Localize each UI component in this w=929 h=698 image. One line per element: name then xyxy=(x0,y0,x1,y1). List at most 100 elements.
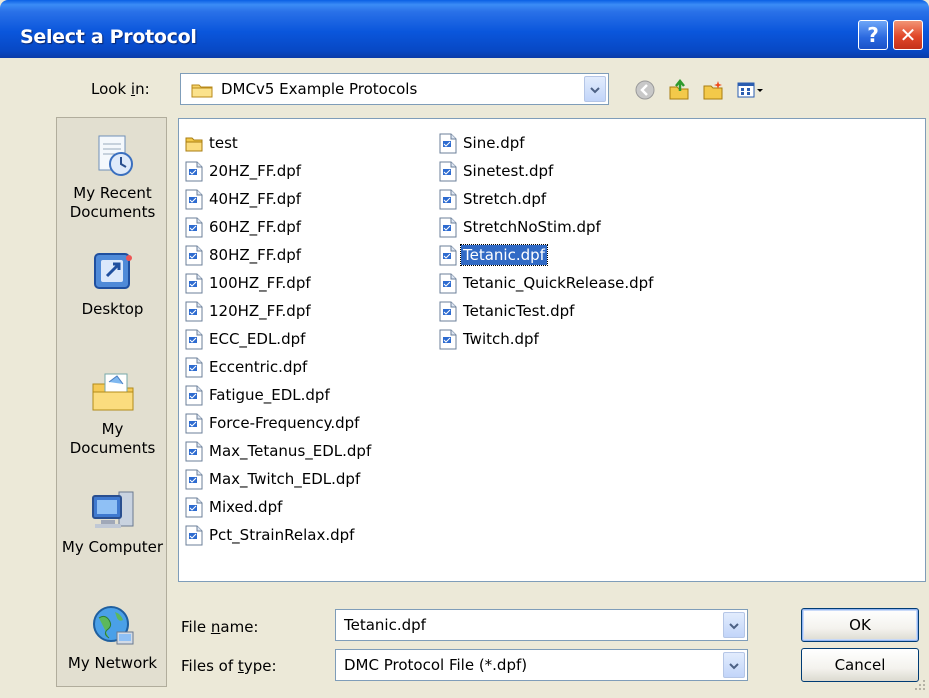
file-name-text: test xyxy=(209,134,238,152)
view-menu-icon[interactable] xyxy=(736,79,766,101)
file-name-text: 20HZ_FF.dpf xyxy=(209,162,302,180)
file-name-text: 40HZ_FF.dpf xyxy=(209,190,302,208)
window-title: Select a Protocol xyxy=(20,26,197,48)
chevron-down-icon xyxy=(729,616,739,634)
folder-item[interactable]: test xyxy=(185,129,373,157)
navigation-toolbar xyxy=(634,76,766,104)
my-network-icon xyxy=(89,602,137,650)
file-name-text: Sine.dpf xyxy=(463,134,525,152)
file-name-text: Twitch.dpf xyxy=(463,330,539,348)
file-item[interactable]: Sinetest.dpf xyxy=(439,157,655,185)
protocol-file-icon xyxy=(439,329,457,350)
file-item[interactable]: Fatigue_EDL.dpf xyxy=(185,381,373,409)
file-name-text: Tetanic_QuickRelease.dpf xyxy=(463,274,654,292)
place-my-computer[interactable]: My Computer xyxy=(57,486,168,557)
file-item[interactable]: StretchNoStim.dpf xyxy=(439,213,655,241)
place-label: My Documents xyxy=(69,420,156,457)
file-name-combo[interactable]: Tetanic.dpf xyxy=(335,609,748,641)
place-label: My Network xyxy=(67,654,158,672)
my-computer-icon xyxy=(89,486,137,534)
protocol-file-icon xyxy=(439,301,457,322)
look-in-value: DMCv5 Example Protocols xyxy=(221,80,418,98)
close-icon: ✕ xyxy=(899,23,917,47)
folder-icon xyxy=(191,82,213,102)
chevron-down-icon xyxy=(590,80,600,98)
file-item[interactable]: Tetanic.dpf xyxy=(439,241,655,269)
file-item[interactable]: Mixed.dpf xyxy=(185,493,373,521)
protocol-file-icon xyxy=(185,385,203,406)
file-type-combo[interactable]: DMC Protocol File (*.dpf) xyxy=(335,649,748,681)
file-item[interactable]: Tetanic_QuickRelease.dpf xyxy=(439,269,655,297)
file-name-dropdown-button[interactable] xyxy=(723,612,745,638)
file-name-text: Force-Frequency.dpf xyxy=(209,414,360,432)
file-name-text: TetanicTest.dpf xyxy=(463,302,575,320)
place-my-recent-documents[interactable]: My Recent Documents xyxy=(57,132,168,222)
file-name-text: ECC_EDL.dpf xyxy=(209,330,306,348)
file-item[interactable]: Max_Twitch_EDL.dpf xyxy=(185,465,373,493)
file-name-text: Sinetest.dpf xyxy=(463,162,554,180)
ok-button[interactable]: OK xyxy=(801,608,919,642)
file-type-label: Files of type: xyxy=(181,657,277,675)
file-item[interactable]: 80HZ_FF.dpf xyxy=(185,241,373,269)
file-item[interactable]: Force-Frequency.dpf xyxy=(185,409,373,437)
file-item[interactable]: Twitch.dpf xyxy=(439,325,655,353)
protocol-file-icon xyxy=(185,217,203,238)
file-name-text: 60HZ_FF.dpf xyxy=(209,218,302,236)
title-bar[interactable]: Select a Protocol ? ✕ xyxy=(0,0,929,58)
up-folder-icon[interactable] xyxy=(668,79,690,101)
resize-grip-icon[interactable] xyxy=(913,678,927,696)
file-column-1: test 20HZ_FF.dpf 40HZ_FF.dpf 60HZ_FF.dpf 80H… xyxy=(185,129,373,549)
file-item[interactable]: Eccentric.dpf xyxy=(185,353,373,381)
desktop-icon xyxy=(89,248,137,296)
protocol-file-icon xyxy=(185,469,203,490)
folder-icon xyxy=(185,133,203,154)
protocol-file-icon xyxy=(185,161,203,182)
protocol-file-icon xyxy=(185,245,203,266)
protocol-file-icon xyxy=(185,357,203,378)
file-item[interactable]: 20HZ_FF.dpf xyxy=(185,157,373,185)
file-item[interactable]: 100HZ_FF.dpf xyxy=(185,269,373,297)
protocol-file-icon xyxy=(185,189,203,210)
protocol-file-icon xyxy=(439,161,457,182)
file-type-dropdown-button[interactable] xyxy=(723,652,745,678)
file-item[interactable]: 40HZ_FF.dpf xyxy=(185,185,373,213)
file-name-text: 80HZ_FF.dpf xyxy=(209,246,302,264)
file-item[interactable]: TetanicTest.dpf xyxy=(439,297,655,325)
file-name-text: Pct_StrainRelax.dpf xyxy=(209,526,355,544)
file-item[interactable]: 120HZ_FF.dpf xyxy=(185,297,373,325)
place-my-network[interactable]: My Network xyxy=(57,602,168,673)
file-name-text: Fatigue_EDL.dpf xyxy=(209,386,330,404)
file-item[interactable]: Sine.dpf xyxy=(439,129,655,157)
protocol-file-icon xyxy=(439,189,457,210)
help-button[interactable]: ? xyxy=(858,20,888,50)
file-item[interactable]: Pct_StrainRelax.dpf xyxy=(185,521,373,549)
file-item[interactable]: Max_Tetanus_EDL.dpf xyxy=(185,437,373,465)
protocol-file-icon xyxy=(439,273,457,294)
place-desktop[interactable]: Desktop xyxy=(57,248,168,319)
place-my-documents[interactable]: My Documents xyxy=(57,368,168,458)
file-name-input[interactable]: Tetanic.dpf xyxy=(344,616,426,634)
protocol-file-icon xyxy=(185,441,203,462)
protocol-file-icon xyxy=(185,413,203,434)
back-icon[interactable] xyxy=(634,79,656,101)
place-label: Desktop xyxy=(81,300,144,318)
file-item[interactable]: 60HZ_FF.dpf xyxy=(185,213,373,241)
file-item[interactable]: ECC_EDL.dpf xyxy=(185,325,373,353)
look-in-dropdown-button[interactable] xyxy=(584,76,606,102)
new-folder-icon[interactable] xyxy=(702,79,724,101)
close-button[interactable]: ✕ xyxy=(893,20,923,50)
recent-documents-icon xyxy=(89,132,137,180)
file-name-text: Tetanic.dpf xyxy=(460,244,548,266)
file-list-view[interactable]: test 20HZ_FF.dpf 40HZ_FF.dpf 60HZ_FF.dpf 80H… xyxy=(178,118,926,582)
file-item[interactable]: Stretch.dpf xyxy=(439,185,655,213)
help-icon: ? xyxy=(867,23,879,47)
look-in-combo[interactable]: DMCv5 Example Protocols xyxy=(180,73,609,105)
protocol-file-icon xyxy=(439,245,457,266)
cancel-button[interactable]: Cancel xyxy=(801,648,919,682)
file-name-text: Mixed.dpf xyxy=(209,498,283,516)
file-type-value: DMC Protocol File (*.dpf) xyxy=(344,656,528,674)
file-name-text: Max_Twitch_EDL.dpf xyxy=(209,470,361,488)
protocol-file-icon xyxy=(185,497,203,518)
file-name-text: 120HZ_FF.dpf xyxy=(209,302,311,320)
protocol-file-icon xyxy=(185,329,203,350)
